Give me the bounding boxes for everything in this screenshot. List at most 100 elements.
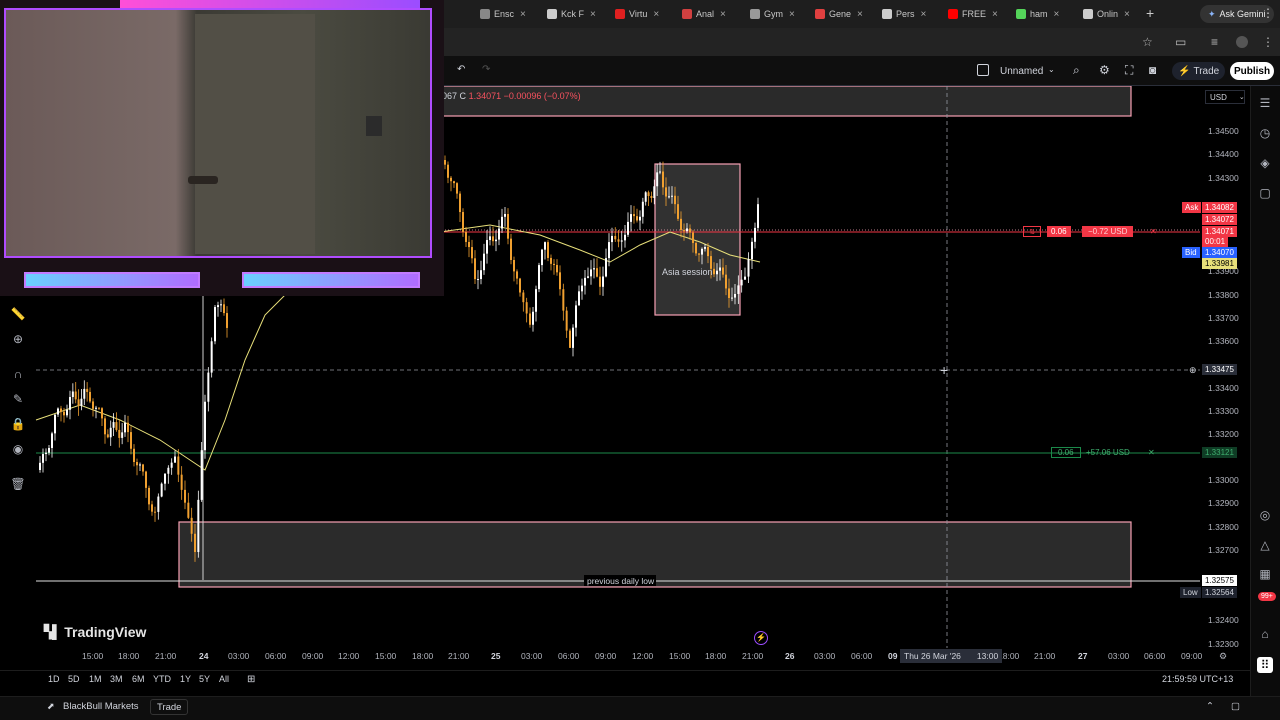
time-tick: 21:00: [448, 651, 470, 661]
chevron-down-icon[interactable]: ⌄: [1048, 65, 1055, 74]
tab-favicon-icon: [948, 9, 958, 19]
browser-tab[interactable]: ham ×: [1016, 4, 1059, 24]
browser-tab[interactable]: Gym ×: [750, 4, 795, 24]
apps-grid-icon[interactable]: ⠿: [1257, 657, 1273, 673]
axis-settings-icon[interactable]: ⚙: [1219, 651, 1227, 662]
collapse-panel-icon[interactable]: ⌃: [1206, 701, 1214, 712]
undo-icon[interactable]: ↶: [457, 64, 465, 75]
pencil-icon[interactable]: ✎: [10, 391, 26, 407]
target-icon[interactable]: ◎: [1257, 507, 1273, 523]
time-tick: 12:00: [632, 651, 654, 661]
fullscreen-icon[interactable]: ⛶: [1125, 63, 1133, 78]
tab-close-icon[interactable]: ×: [720, 9, 726, 20]
tab-close-icon[interactable]: ×: [992, 9, 998, 20]
maximize-panel-icon[interactable]: ▢: [1231, 701, 1240, 712]
loss-pnl-tag[interactable]: −0.72 USD: [1082, 226, 1134, 237]
candle-body: [148, 487, 150, 505]
candle-body: [627, 221, 629, 235]
loss-lots-tag[interactable]: 0.06: [1047, 226, 1071, 237]
tab-close-icon[interactable]: ×: [1054, 9, 1060, 20]
range-button-1y[interactable]: 1Y: [180, 674, 191, 684]
bell-icon[interactable]: ⌂: [1257, 626, 1273, 642]
add-alert-icon[interactable]: ⊕: [1189, 365, 1197, 376]
browser-tab[interactable]: Kck F ×: [547, 4, 596, 24]
browser-tab[interactable]: FREE ×: [948, 4, 998, 24]
browser-tab[interactable]: Anal ×: [682, 4, 726, 24]
layers-icon[interactable]: ◈: [1257, 155, 1273, 171]
eye-icon[interactable]: ◉: [10, 441, 26, 457]
new-tab-button[interactable]: +: [1146, 5, 1154, 21]
candle-body: [519, 278, 521, 293]
tab-close-icon[interactable]: ×: [857, 9, 863, 20]
redo-icon[interactable]: ↷: [482, 64, 490, 75]
range-button-1m[interactable]: 1M: [89, 674, 102, 684]
replay-lightning-icon[interactable]: ⚡: [754, 631, 768, 645]
browser-tab[interactable]: Pers ×: [882, 4, 926, 24]
time-tick: 27: [1078, 651, 1088, 661]
browser-tab[interactable]: Onlin ×: [1083, 4, 1130, 24]
range-button-5y[interactable]: 5Y: [199, 674, 210, 684]
candle-body: [639, 216, 641, 221]
tab-favicon-icon: [615, 9, 625, 19]
layout-icon[interactable]: [977, 64, 989, 76]
candle-body: [86, 388, 89, 392]
broker-name[interactable]: BlackBull Markets: [63, 701, 139, 712]
watchlist-icon[interactable]: ☰: [1257, 95, 1273, 111]
trade-button[interactable]: ⚡ Trade: [1172, 62, 1226, 80]
time-tick: 21:00: [155, 651, 177, 661]
range-button-5d[interactable]: 5D: [68, 674, 80, 684]
date-range-icon[interactable]: ⊞: [247, 674, 255, 685]
close-position-icon[interactable]: ✕: [1147, 226, 1160, 237]
range-button-3m[interactable]: 3M: [110, 674, 123, 684]
tab-close-icon[interactable]: ×: [653, 9, 659, 20]
ruler-icon[interactable]: 📏: [10, 306, 26, 322]
cast-icon[interactable]: ▭: [1175, 35, 1186, 49]
asia-session-box: [654, 163, 741, 316]
candle-body: [751, 241, 753, 260]
tp-pnl-tag[interactable]: +57.06 USD: [1080, 447, 1136, 458]
candle-body: [190, 517, 193, 534]
tab-close-icon[interactable]: ×: [590, 9, 596, 20]
search-icon[interactable]: ⌕: [1073, 63, 1080, 78]
browser-tab[interactable]: Gene ×: [815, 4, 863, 24]
tp-lots-tag[interactable]: 0.06: [1051, 447, 1081, 458]
range-button-all[interactable]: All: [219, 674, 229, 684]
trash-icon[interactable]: 🗑: [10, 476, 26, 492]
candle-body: [477, 279, 479, 281]
range-button-1d[interactable]: 1D: [48, 674, 60, 684]
magnet-icon[interactable]: ∩: [10, 366, 26, 382]
chat-icon[interactable]: ▢: [1257, 185, 1273, 201]
browser-menu-icon[interactable]: ⋮: [1262, 6, 1274, 20]
tab-close-icon[interactable]: ×: [921, 9, 927, 20]
zoom-in-icon[interactable]: ⊕: [10, 331, 26, 347]
candle-body: [197, 499, 200, 553]
currency-selector[interactable]: USD ⌄: [1205, 90, 1245, 104]
tab-favicon-icon: [547, 9, 557, 19]
alerts-clock-icon[interactable]: ◷: [1257, 125, 1273, 141]
candle-body: [130, 432, 132, 449]
range-button-ytd[interactable]: YTD: [153, 674, 171, 684]
range-button-6m[interactable]: 6M: [132, 674, 145, 684]
calendar-icon[interactable]: ▦: [1257, 566, 1273, 582]
settings-icon[interactable]: ⚙: [1099, 63, 1110, 77]
broker-trade-button[interactable]: Trade: [150, 699, 189, 715]
candle-body: [157, 496, 160, 512]
tab-close-icon[interactable]: ×: [520, 9, 526, 20]
bookmark-star-icon[interactable]: ☆: [1142, 35, 1153, 49]
browser-tab[interactable]: Virtu ×: [615, 4, 659, 24]
camera-icon[interactable]: ◙: [1149, 63, 1156, 77]
chrome-menu-icon[interactable]: ⋮: [1262, 35, 1274, 49]
extensions-icon[interactable]: ≡: [1211, 35, 1218, 49]
publish-button[interactable]: Publish: [1230, 62, 1274, 80]
webcam-door-handle: [188, 176, 218, 184]
position-reverse-icon[interactable]: ⇅: [1023, 226, 1041, 237]
tab-close-icon[interactable]: ×: [789, 9, 795, 20]
layout-name[interactable]: Unnamed: [1000, 66, 1043, 77]
candle-body: [516, 271, 518, 279]
browser-tab[interactable]: Ensc ×: [480, 4, 526, 24]
close-tp-icon[interactable]: ✕: [1145, 447, 1158, 458]
lock-icon[interactable]: 🔒: [10, 416, 26, 432]
ideas-icon[interactable]: △: [1257, 537, 1273, 553]
profile-avatar[interactable]: [1236, 36, 1248, 48]
tab-close-icon[interactable]: ×: [1124, 9, 1130, 20]
